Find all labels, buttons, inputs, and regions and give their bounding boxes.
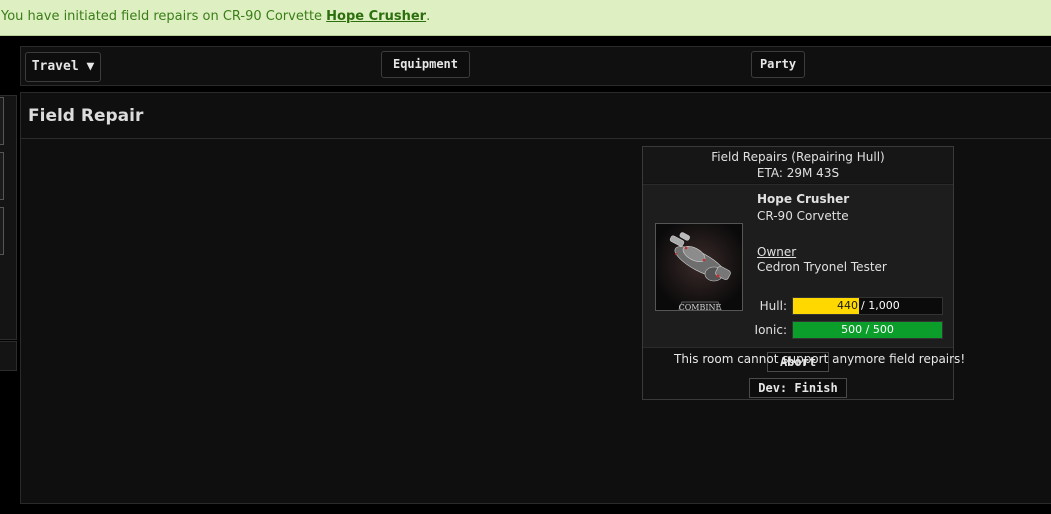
notice-banner: You have initiated field repairs on CR-9… (0, 0, 1051, 36)
top-nav-bar: Travel ▼ Equipment Party (20, 46, 1051, 86)
sidebar-footer (0, 341, 17, 371)
main-panel: Field Repair Field Repairs (Repairing Hu… (20, 92, 1051, 504)
repair-card-header: Field Repairs (Repairing Hull) ETA: 29M … (643, 147, 953, 183)
hull-bar: 440 / 1,000 (792, 297, 943, 315)
repair-card-body: COMBINE Hope Crusher CR-90 Corvette Owne… (643, 184, 953, 348)
ionic-value: 500 / 500 (841, 323, 894, 336)
repair-status: Field Repairs (Repairing Hull) (711, 150, 885, 164)
notice-suffix: . (426, 9, 431, 24)
party-button[interactable]: Party (751, 51, 805, 78)
ionic-bar: 500 / 500 (792, 321, 943, 339)
ship-class: CR-90 Corvette (757, 209, 849, 223)
ionic-label: Ionic: (754, 323, 787, 337)
hull-current: 440 (837, 299, 858, 312)
hull-max: / 1,000 (861, 299, 900, 312)
page-title: Field Repair (28, 106, 144, 126)
owner-name: Cedron Tryonel Tester (757, 260, 887, 274)
owner-link[interactable]: Owner (757, 245, 796, 259)
repair-eta: ETA: 29M 43S (756, 166, 840, 180)
notice-text: You have initiated field repairs on CR-9… (1, 9, 327, 24)
dev-finish-button[interactable]: Dev: Finish (749, 378, 847, 398)
hull-label: Hull: (759, 299, 787, 313)
equipment-button[interactable]: Equipment (381, 51, 470, 78)
sidebar-button[interactable] (0, 207, 4, 255)
room-capacity-message: This room cannot support anymore field r… (674, 352, 966, 366)
sidebar-button[interactable] (0, 97, 4, 145)
ship-image-caption: COMBINE (679, 303, 722, 311)
notice-ship-link[interactable]: Hope Crusher (326, 9, 426, 24)
ship-image: COMBINE (655, 223, 743, 311)
ship-name: Hope Crusher (757, 192, 850, 206)
sidebar-button[interactable] (0, 152, 4, 200)
travel-menu-button[interactable]: Travel ▼ (25, 52, 101, 82)
panel-header: Field Repair (21, 93, 1051, 139)
ship-illustration: COMBINE (656, 224, 742, 311)
